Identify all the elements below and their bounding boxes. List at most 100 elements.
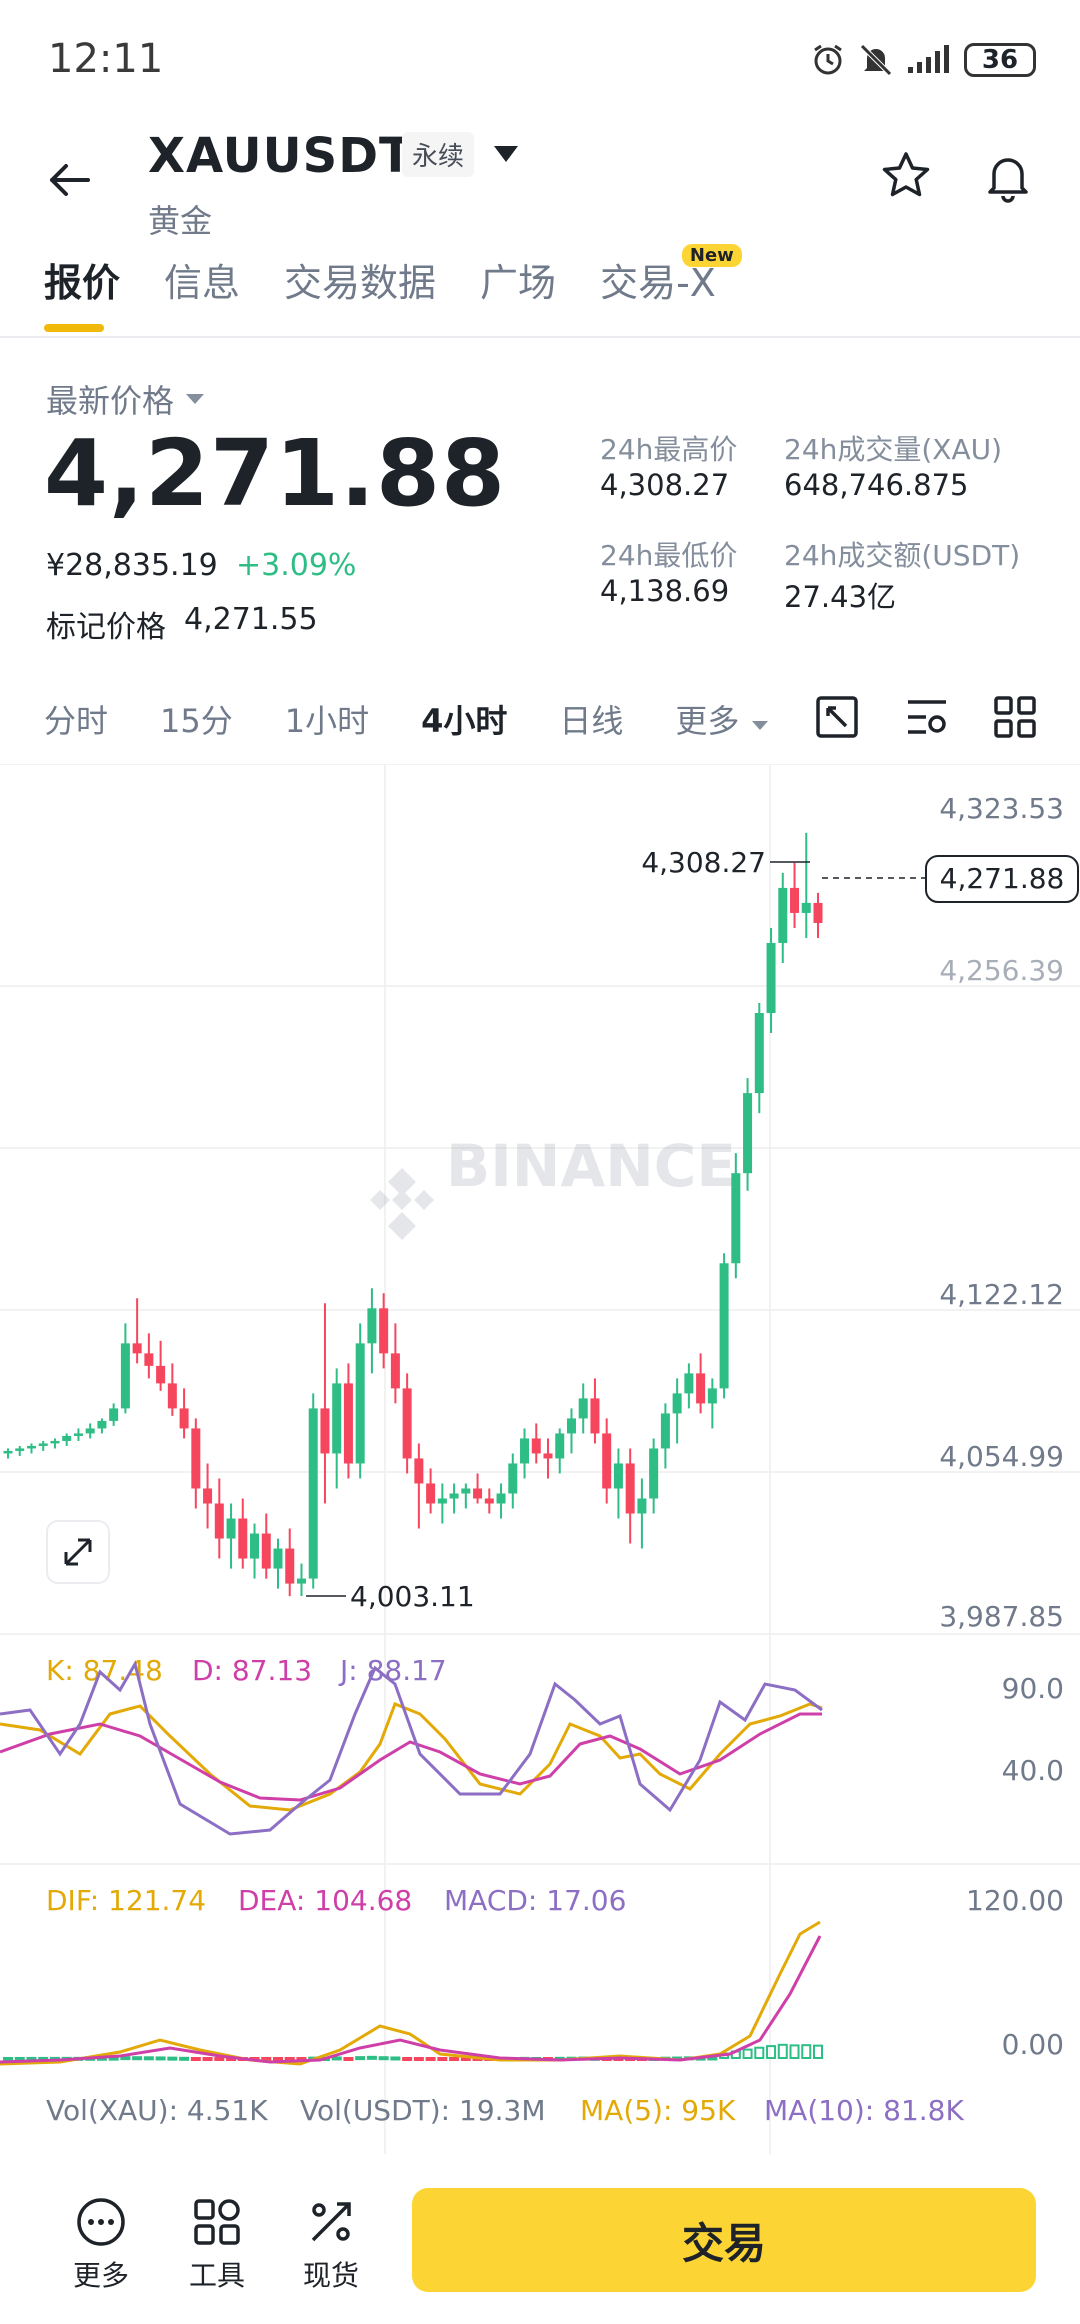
candle-body [320,1408,330,1454]
candle-body [343,1383,353,1464]
star-icon[interactable] [876,146,936,206]
high-24h-label: 24h最高价 [600,433,738,466]
candle-body [73,1433,83,1436]
macd-bar [3,2056,13,2061]
back-arrow-icon[interactable] [40,150,100,210]
candle-body [602,1433,612,1489]
macd-bar [202,2057,213,2061]
macd-bar [132,2056,143,2061]
interval-1h[interactable]: 1小时 [285,696,369,742]
mark-price-value: 4,271.55 [184,602,318,637]
candle-body [531,1438,541,1454]
candle-body [191,1428,201,1489]
macd-bar [402,2057,413,2061]
candle-body [285,1548,295,1584]
candle-body [778,887,788,943]
alarm-icon [814,44,842,75]
candle-body [590,1398,600,1434]
candle-body [684,1373,694,1394]
bottom-more-button[interactable]: 更多 [56,2196,146,2294]
candle-body [496,1493,506,1504]
candles-group [3,832,823,1597]
symbol-title[interactable]: XAUUSDT [148,128,413,184]
candle-body [555,1433,565,1459]
candle-body [379,1308,389,1354]
kdj-k-line [0,1702,823,1812]
macd-bar [14,2056,25,2061]
tab-square[interactable]: 广场 [480,252,556,332]
candle-body [226,1518,236,1539]
low-marker-label: 4,003.11 [350,1580,475,1613]
macd-bar [190,2057,201,2061]
candle-body [132,1343,142,1354]
amount-24h-value: 27.43亿 [784,580,897,614]
expand-icon[interactable] [46,1520,110,1584]
caret-down-icon [751,721,768,730]
candle-body [543,1453,553,1459]
status-time: 12:11 [48,36,164,82]
macd-bar [366,2055,377,2060]
candle-body [402,1388,412,1459]
tab-quote[interactable]: 报价 [44,252,120,332]
candle-body [38,1443,48,1446]
tab-trading-data[interactable]: 交易数据 [284,252,436,332]
volume-ma10-label: MA(10): 81.8K [764,2094,964,2127]
latest-price-label[interactable]: 最新价格 [46,376,174,422]
bottom-spot-label: 现货 [302,2259,359,2292]
interval-15m[interactable]: 15分 [160,696,233,742]
mute-bell-icon [860,44,892,76]
price-axis-label: 4,256.39 [939,954,1064,987]
macd-bar [355,2056,366,2061]
tab-info[interactable]: 信息 [164,252,240,332]
candle-body [473,1488,483,1499]
macd-bar [120,2056,131,2061]
bell-icon[interactable] [978,146,1038,206]
tab-bar: 报价 信息 交易数据 广场 交易-X New [44,244,742,332]
macd-axis-label: 120.00 [966,1884,1064,1917]
macd-bar [801,2044,812,2059]
macd-value-label: MACD: 17.06 [444,1884,626,1917]
macd-axis-label: 0.00 [1002,2028,1064,2061]
candle-body [85,1428,95,1434]
layout-grid-icon[interactable] [992,694,1038,740]
interval-4h[interactable]: 4小时 [421,696,507,742]
candle-body [508,1463,518,1494]
fullscreen-chart-icon[interactable] [814,694,860,740]
candle-body [308,1408,318,1579]
macd-bar [437,2057,448,2061]
high-24h-value: 4,308.27 [600,468,730,502]
caret-down-icon[interactable] [490,140,522,166]
interval-time-share[interactable]: 分时 [44,696,108,742]
low-24h-label: 24h最低价 [600,539,738,572]
macd-bar [754,2046,765,2059]
macd-dea-line [0,1935,822,2064]
bottom-tools-button[interactable]: 工具 [172,2196,262,2294]
low-24h-value: 4,138.69 [600,574,730,608]
candle-body [167,1383,177,1409]
candle-body [426,1483,436,1504]
indicator-settings-icon[interactable] [904,694,950,740]
volume-xau-label: Vol(XAU): 4.51K [46,2094,268,2127]
interval-more[interactable]: 更多 [675,696,769,742]
trade-button[interactable]: 交易 [412,2188,1036,2292]
status-icons: 36 [810,40,1036,80]
macd-bar [179,2056,190,2061]
kdj-d-label: D: 87.13 [192,1654,312,1687]
candle-body [26,1445,36,1449]
macd-bar [343,2057,354,2061]
interval-1d[interactable]: 日线 [559,696,623,742]
tab-trade-x[interactable]: 交易-X New [600,244,742,332]
asset-name: 黄金 [148,202,213,240]
candlestick-chart[interactable]: BINANCE 4,323.53 4,256.39 4,122.12 4,054… [0,764,1080,2154]
spot-icon [311,2202,351,2242]
candle-body [250,1533,260,1559]
caret-down-icon[interactable] [184,392,206,406]
price-axis-label: 4,122.12 [939,1278,1064,1311]
bottom-tools-label: 工具 [188,2259,245,2292]
bottom-spot-button[interactable]: 现货 [286,2196,376,2294]
macd-dea-label: DEA: 104.68 [238,1884,412,1917]
candle-body [790,887,800,913]
candle-body [743,1093,753,1174]
volume-usdt-label: Vol(USDT): 19.3M [300,2094,546,2127]
candle-body [637,1498,647,1514]
